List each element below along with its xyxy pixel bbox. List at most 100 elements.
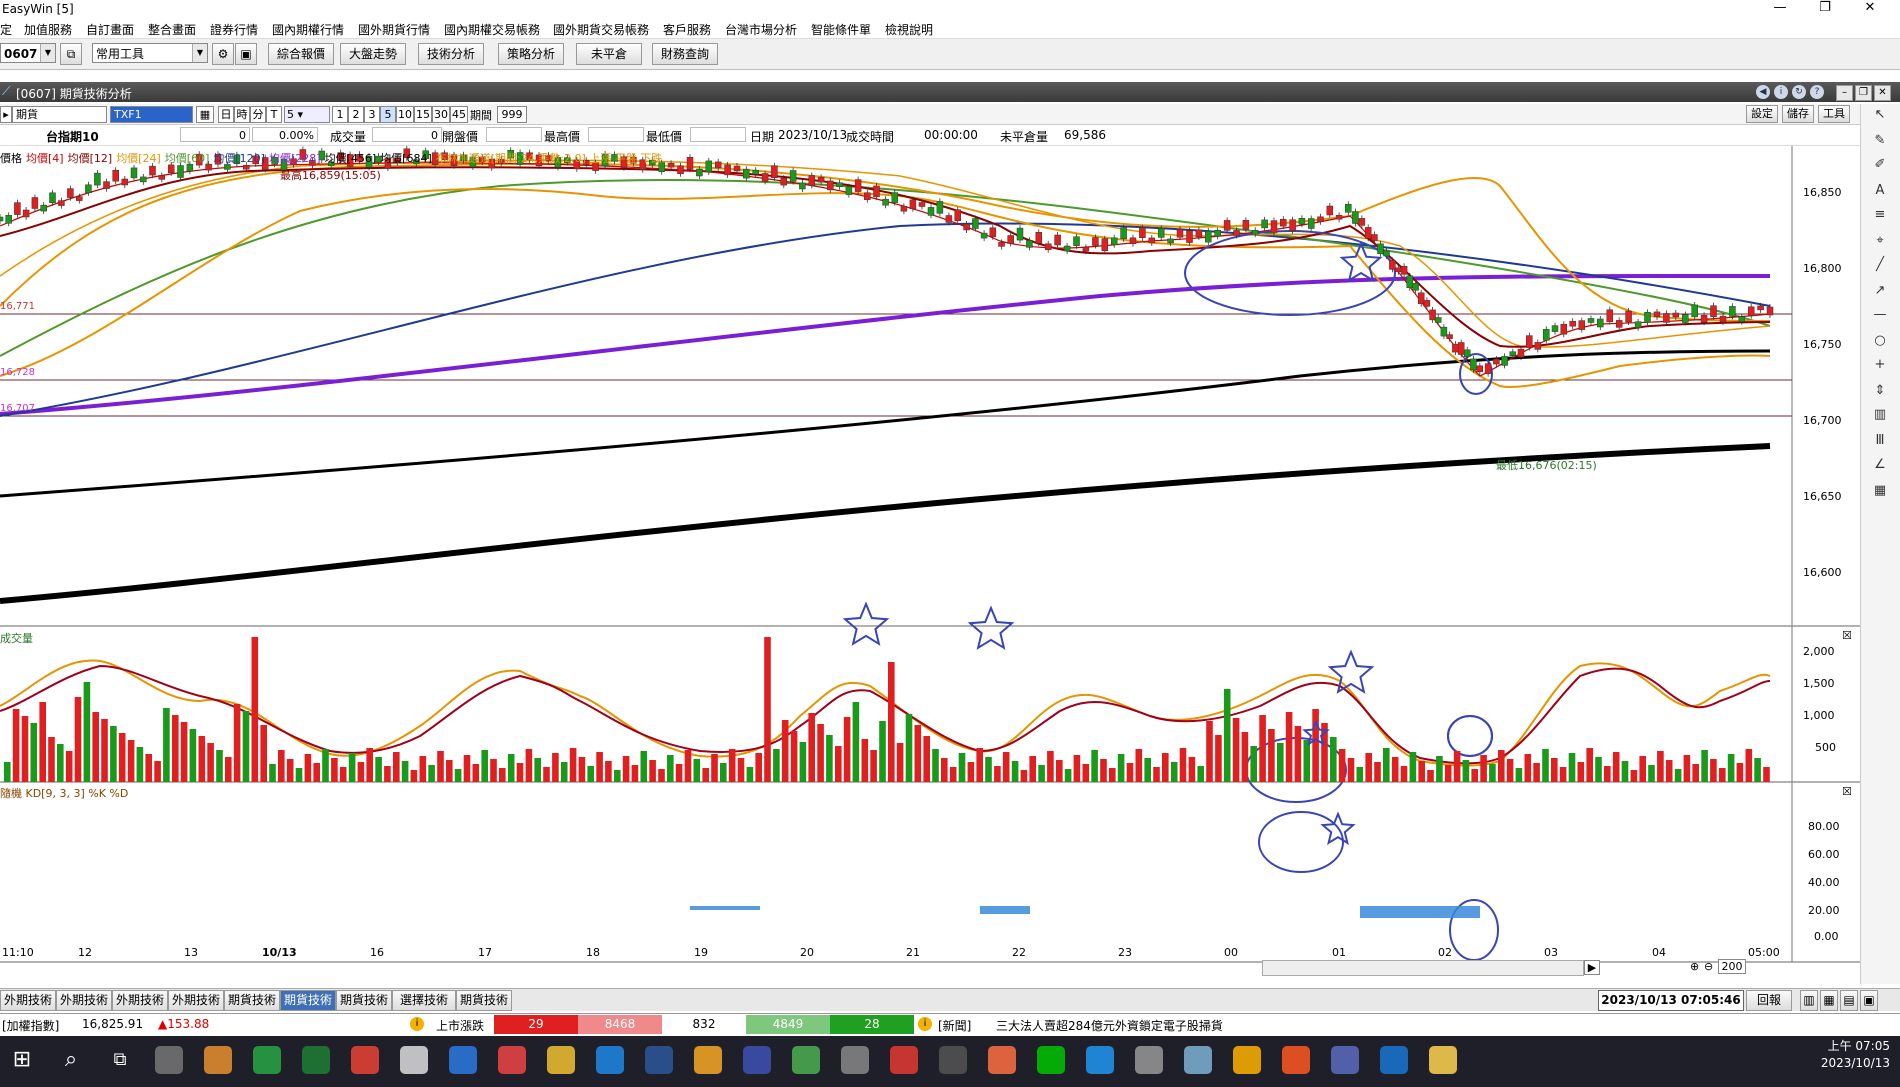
pen-icon[interactable]: ✐ — [1871, 156, 1889, 174]
chevron-down-icon[interactable]: ▼ — [192, 44, 207, 62]
close-icon[interactable]: ✕ — [1874, 85, 1891, 101]
cross-icon[interactable]: + — [1871, 356, 1889, 374]
zoom-out-icon[interactable]: ⊖ — [1704, 960, 1713, 973]
gear-icon[interactable]: ⚙ — [212, 43, 234, 65]
arrows-icon[interactable]: ⇕ — [1871, 382, 1889, 400]
app-icon[interactable] — [1233, 1046, 1261, 1074]
app-icon[interactable] — [694, 1046, 722, 1074]
quote-button[interactable]: 綜合報價 — [268, 43, 334, 65]
finance-button[interactable]: 財務查詢 — [652, 43, 718, 65]
windows-icon[interactable]: ⊞ — [8, 1046, 36, 1074]
edge-icon[interactable] — [596, 1046, 624, 1074]
horizontal-scrollbar[interactable] — [1262, 960, 1584, 976]
search-icon[interactable]: ⌕ — [57, 1046, 85, 1074]
zoom-value[interactable]: 200 — [1718, 959, 1746, 974]
app-icon[interactable] — [890, 1046, 918, 1074]
minute-45[interactable]: 45 — [450, 106, 468, 123]
text-icon[interactable]: A — [1871, 182, 1889, 200]
cursor-icon[interactable]: ↖ — [1871, 106, 1889, 124]
strategy-button[interactable]: 策略分析 — [498, 43, 564, 65]
bars-icon[interactable]: ▥ — [1871, 406, 1889, 424]
task-view-icon[interactable]: ⧉ — [106, 1046, 134, 1074]
lines-icon[interactable]: ≡ — [1871, 206, 1889, 224]
market-trend-button[interactable]: 大盤走勢 — [340, 43, 406, 65]
app-icon[interactable] — [841, 1046, 869, 1074]
calendar-icon[interactable]: ▦ — [196, 106, 214, 123]
period-tick[interactable]: T — [266, 106, 282, 123]
app-icon[interactable] — [743, 1046, 771, 1074]
app-icon[interactable] — [988, 1046, 1016, 1074]
close-panel-icon[interactable]: ☒ — [1842, 785, 1852, 798]
info-icon[interactable]: i — [1774, 85, 1788, 99]
app-icon[interactable] — [1282, 1046, 1310, 1074]
tab-6[interactable]: 期貨技術 — [336, 990, 392, 1011]
layout-icon[interactable]: ▣ — [1860, 990, 1878, 1011]
copy-icon[interactable]: ⧉ — [60, 43, 82, 65]
word-icon[interactable] — [645, 1046, 673, 1074]
menu-item[interactable]: 自訂畫面 — [86, 21, 134, 38]
grid-icon[interactable]: ▦ — [1871, 482, 1889, 500]
news-headline[interactable]: 三大法人賣超284億元外資鎖定電子股掃貨 — [996, 1017, 1223, 1034]
app-icon[interactable] — [939, 1046, 967, 1074]
menu-item[interactable]: 國內期權行情 — [272, 21, 344, 38]
fib-icon[interactable]: ⌖ — [1871, 232, 1889, 250]
arrow-icon[interactable]: ▸ — [0, 106, 12, 123]
menu-item[interactable]: 國外期貨交易帳務 — [553, 21, 649, 38]
line-icon[interactable] — [1037, 1046, 1065, 1074]
menu-item[interactable]: 客戶服務 — [663, 21, 711, 38]
menu-item[interactable]: 證券行情 — [210, 21, 258, 38]
tab-8[interactable]: 期貨技術 — [456, 990, 512, 1011]
app-icon[interactable] — [1184, 1046, 1212, 1074]
chevron-down-icon[interactable]: ▼ — [40, 44, 55, 62]
window-icon[interactable]: ▣ — [235, 43, 257, 65]
scroll-right-icon[interactable]: ▶ — [1584, 960, 1600, 975]
info-icon[interactable]: i — [410, 1017, 424, 1031]
minute-5[interactable]: 5 — [380, 106, 396, 123]
tool-select[interactable]: 常用工具 ▼ — [92, 43, 208, 63]
settings-button[interactable]: 設定 — [1746, 105, 1778, 123]
restore-button[interactable]: ❐ — [1805, 0, 1845, 18]
restore-icon[interactable]: ❐ — [1855, 85, 1872, 101]
save-button[interactable]: 儲存 — [1782, 105, 1814, 123]
minute-15[interactable]: 15 — [414, 106, 432, 123]
tab-2[interactable]: 外期技術 — [112, 990, 168, 1011]
tab-3[interactable]: 外期技術 — [168, 990, 224, 1011]
app-icon[interactable] — [253, 1046, 281, 1074]
app-icon[interactable] — [1429, 1046, 1457, 1074]
zoom-in-icon[interactable]: ⊕ — [1690, 960, 1699, 973]
close-panel-icon[interactable]: ☒ — [1842, 629, 1852, 642]
menu-item[interactable]: 整合畫面 — [148, 21, 196, 38]
menu-item[interactable]: 國外期貨行情 — [358, 21, 430, 38]
app-icon[interactable] — [498, 1046, 526, 1074]
period-value-select[interactable]: 5 ▾ — [284, 106, 330, 123]
tab-5[interactable]: 期貨技術 — [280, 990, 336, 1011]
minute-2[interactable]: 2 — [348, 106, 364, 123]
return-button[interactable]: 回報 — [1746, 990, 1792, 1011]
app-icon[interactable] — [155, 1046, 183, 1074]
chart-area[interactable]: 價格 均價[4] 均價[12] 均價[24] 均價[60] 均價[120] 均價[228] 均… — [0, 145, 1860, 976]
chart-canvas[interactable] — [0, 145, 1860, 976]
tools-button[interactable]: 工具 — [1818, 105, 1850, 123]
link-icon[interactable]: ◀ — [1756, 85, 1770, 99]
period-count-input[interactable]: 999 — [497, 106, 527, 123]
menu-item[interactable]: 檢視說明 — [885, 21, 933, 38]
tab-1[interactable]: 外期技術 — [56, 990, 112, 1011]
menu-item[interactable]: 加值服務 — [24, 21, 72, 38]
app-icon[interactable] — [1380, 1046, 1408, 1074]
close-button[interactable]: ✕ — [1850, 0, 1890, 18]
symbol-input[interactable]: TXF1 — [110, 106, 193, 123]
menu-item[interactable]: 國內期權交易帳務 — [444, 21, 540, 38]
open-interest-button[interactable]: 未平倉 — [576, 43, 642, 65]
app-icon[interactable] — [1135, 1046, 1163, 1074]
period-minute[interactable]: 分 — [250, 106, 266, 123]
trendline-icon[interactable]: ╱ — [1871, 256, 1889, 274]
type-select[interactable]: 期貨 — [12, 106, 107, 123]
app-icon[interactable] — [204, 1046, 232, 1074]
chrome-icon[interactable] — [351, 1046, 379, 1074]
code-select[interactable]: 0607 ▼ — [0, 43, 56, 63]
refresh-icon[interactable]: ↻ — [1792, 85, 1806, 99]
menu-item[interactable]: 智能條件單 — [811, 21, 871, 38]
layout-icon[interactable]: ▤ — [1840, 990, 1858, 1011]
tab-4[interactable]: 期貨技術 — [224, 990, 280, 1011]
minute-30[interactable]: 30 — [432, 106, 450, 123]
